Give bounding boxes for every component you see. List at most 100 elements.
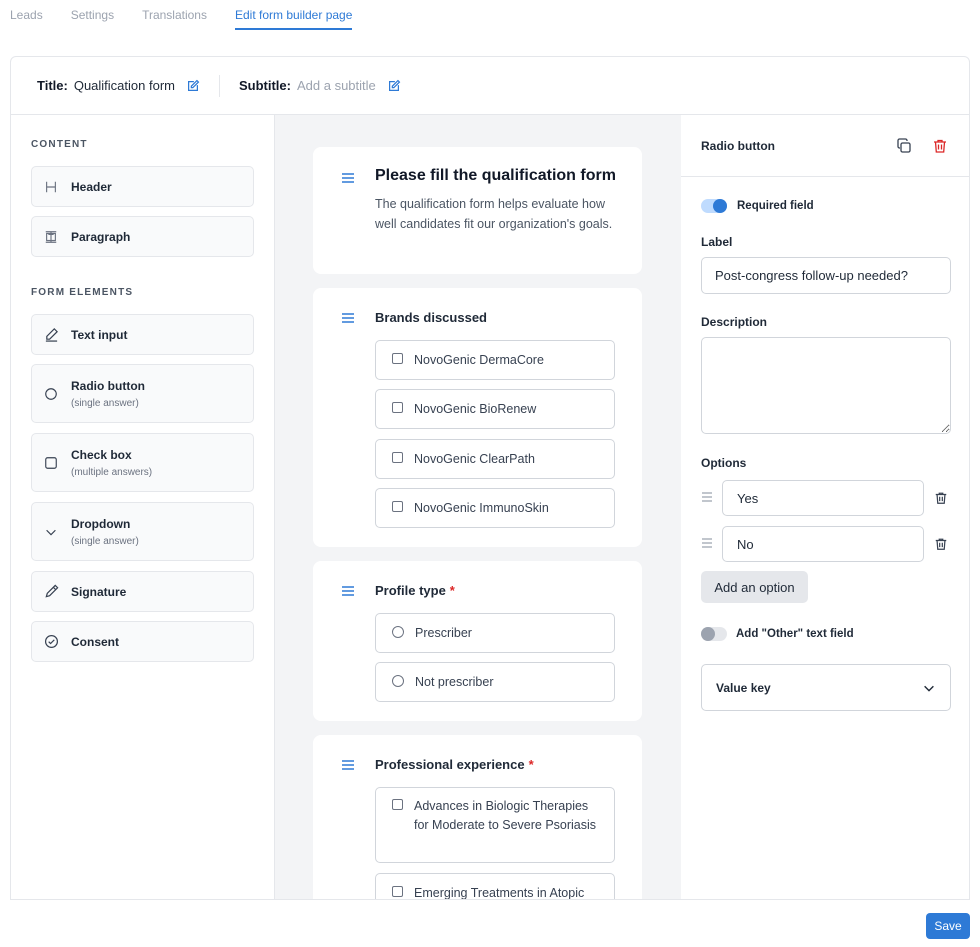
checkbox-option[interactable]: NovoGenic ClearPath xyxy=(375,439,615,479)
check-circle-icon xyxy=(42,633,60,651)
palette-radio-button[interactable]: Radio button (single answer) xyxy=(31,364,254,423)
checkbox-option[interactable]: NovoGenic ImmunoSkin xyxy=(375,488,615,528)
chevron-down-icon xyxy=(42,523,60,541)
checkbox-icon xyxy=(42,454,60,472)
drag-handle-icon[interactable] xyxy=(341,312,355,324)
label-input[interactable] xyxy=(701,257,951,294)
palette-item-label: Paragraph xyxy=(71,229,131,244)
top-tabs: Leads Settings Translations Edit form bu… xyxy=(10,0,353,32)
properties-panel: Radio button Required field Label Descri… xyxy=(681,115,969,899)
description-textarea[interactable] xyxy=(701,337,951,434)
tab-leads[interactable]: Leads xyxy=(10,0,43,30)
paragraph-icon xyxy=(42,228,60,246)
checkbox-icon xyxy=(392,353,403,364)
options-title: Options xyxy=(701,456,747,470)
label-field-title: Label xyxy=(701,235,733,249)
header-card[interactable]: Please fill the qualification form The q… xyxy=(313,147,642,274)
checkbox-icon xyxy=(392,799,403,810)
heading-icon xyxy=(42,178,60,196)
palette-text-input[interactable]: Text input xyxy=(31,314,254,355)
checkbox-option[interactable]: Advances in Biologic Therapies for Moder… xyxy=(375,787,615,863)
palette-consent[interactable]: Consent xyxy=(31,621,254,662)
option-input[interactable] xyxy=(722,480,924,516)
delete-option-icon[interactable] xyxy=(932,535,950,553)
palette-item-sub: (multiple answers) xyxy=(71,466,153,478)
palette-item-label: Dropdown xyxy=(71,516,131,531)
content-section-title: CONTENT xyxy=(31,139,88,150)
palette-item-label: Consent xyxy=(71,634,119,649)
elements-palette: CONTENT Header Paragraph FORM ELEMENTS T… xyxy=(11,115,275,899)
edit-subtitle-icon[interactable] xyxy=(386,78,402,94)
properties-title: Radio button xyxy=(701,139,775,153)
palette-item-label: Text input xyxy=(71,327,128,342)
save-button[interactable]: Save xyxy=(926,913,970,939)
form-header-title: Please fill the qualification form xyxy=(375,167,616,184)
properties-header: Radio button xyxy=(681,115,969,177)
title-divider xyxy=(218,74,220,97)
required-asterisk: * xyxy=(449,583,455,598)
pencil-icon xyxy=(42,326,60,344)
drag-handle-icon[interactable] xyxy=(341,759,355,771)
required-asterisk: * xyxy=(528,757,534,772)
chevron-down-icon xyxy=(924,685,934,692)
palette-item-label: Header xyxy=(71,179,112,194)
form-title-bar: Title: Qualification form Subtitle: Add … xyxy=(11,57,969,115)
required-field-toggle[interactable] xyxy=(701,199,727,213)
form-title-value: Qualification form xyxy=(73,78,175,93)
palette-signature[interactable]: Signature xyxy=(31,571,254,612)
delete-option-icon[interactable] xyxy=(932,489,950,507)
drag-handle-icon[interactable] xyxy=(341,172,355,184)
subtitle-label: Subtitle: xyxy=(238,78,291,93)
palette-paragraph[interactable]: Paragraph xyxy=(31,216,254,257)
radio-option[interactable]: Prescriber xyxy=(375,613,615,653)
palette-item-label: Signature xyxy=(71,584,127,599)
checkbox-icon xyxy=(392,452,403,463)
value-key-label: Value key xyxy=(716,680,771,695)
description-field-title: Description xyxy=(701,315,768,329)
drag-handle-icon[interactable] xyxy=(341,585,355,597)
subtitle-placeholder[interactable]: Add a subtitle xyxy=(297,78,376,93)
question-card-professional-experience[interactable]: Professional experience * Advances in Bio… xyxy=(313,735,642,899)
add-option-button[interactable]: Add an option xyxy=(701,571,808,603)
checkbox-icon xyxy=(392,501,403,512)
value-key-select[interactable]: Value key xyxy=(701,664,951,711)
question-card-profile-type[interactable]: Profile type * Prescriber Not prescriber xyxy=(313,561,642,721)
question-title: Professional experience * xyxy=(375,757,534,772)
duplicate-icon[interactable] xyxy=(895,137,913,155)
palette-check-box[interactable]: Check box (multiple answers) xyxy=(31,433,254,492)
option-drag-handle-icon[interactable] xyxy=(701,492,713,502)
checkbox-icon xyxy=(392,402,403,413)
form-builder-frame: Title: Qualification form Subtitle: Add … xyxy=(10,56,970,900)
edit-title-icon[interactable] xyxy=(185,78,201,94)
delete-field-icon[interactable] xyxy=(931,137,949,155)
tab-translations[interactable]: Translations xyxy=(142,0,207,30)
form-elements-section-title: FORM ELEMENTS xyxy=(31,287,134,298)
form-header-text: The qualification form helps evaluate ho… xyxy=(375,197,613,231)
signature-icon xyxy=(42,583,60,601)
radio-icon xyxy=(392,626,404,638)
option-input[interactable] xyxy=(722,526,924,562)
radio-icon xyxy=(392,675,404,687)
radio-option[interactable]: Not prescriber xyxy=(375,662,615,702)
palette-item-label: Check box xyxy=(71,447,132,462)
form-canvas: Please fill the qualification form The q… xyxy=(275,115,681,899)
question-card-brands[interactable]: Brands discussed NovoGenic DermaCore Nov… xyxy=(313,288,642,547)
checkbox-option[interactable]: Emerging Treatments in Atopic xyxy=(375,873,615,899)
other-field-label: Add "Other" text field xyxy=(736,628,854,640)
palette-item-sub: (single answer) xyxy=(71,535,139,547)
checkbox-option[interactable]: NovoGenic DermaCore xyxy=(375,340,615,380)
tab-settings[interactable]: Settings xyxy=(71,0,114,30)
question-title: Brands discussed xyxy=(375,310,487,325)
checkbox-icon xyxy=(392,886,403,897)
question-title: Profile type * xyxy=(375,583,455,598)
tab-edit-form-builder[interactable]: Edit form builder page xyxy=(234,0,353,30)
title-label: Title: xyxy=(37,78,68,93)
checkbox-option[interactable]: NovoGenic BioRenew xyxy=(375,389,615,429)
other-field-toggle[interactable] xyxy=(701,627,727,641)
palette-header[interactable]: Header xyxy=(31,166,254,207)
palette-item-label: Radio button xyxy=(71,378,145,393)
option-drag-handle-icon[interactable] xyxy=(701,538,713,548)
palette-dropdown[interactable]: Dropdown (single answer) xyxy=(31,502,254,561)
palette-item-sub: (single answer) xyxy=(71,397,139,409)
required-field-label: Required field xyxy=(737,200,814,212)
